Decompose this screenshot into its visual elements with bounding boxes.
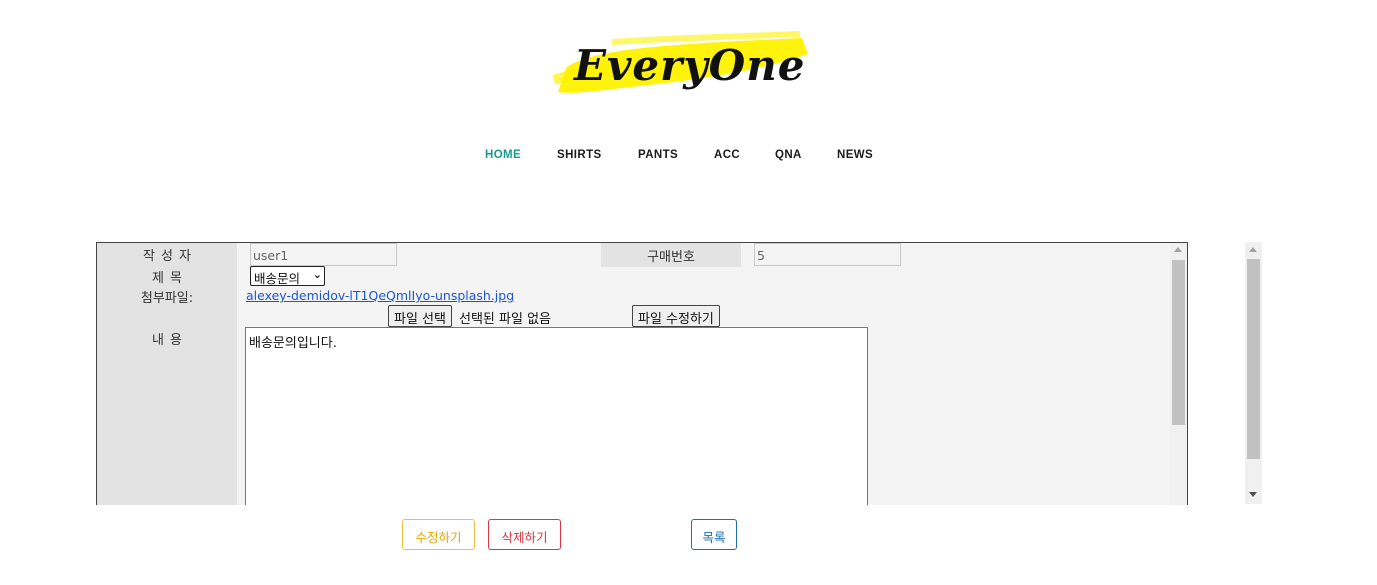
everyone-logo[interactable]: EveryOne	[552, 30, 812, 100]
content-textarea[interactable]: 배송문의입니다.	[245, 327, 868, 505]
nav-acc[interactable]: ACC	[714, 149, 740, 161]
order-number-field[interactable]: 5	[754, 243, 901, 266]
title-select[interactable]: 배송문의 ⌄	[250, 266, 325, 286]
nav-pants[interactable]: PANTS	[638, 149, 678, 161]
edit-button[interactable]: 수정하기	[402, 519, 475, 550]
writer-label: 작성자	[143, 249, 197, 264]
nav-qna[interactable]: QNA	[775, 149, 802, 161]
delete-button[interactable]: 삭제하기	[488, 519, 561, 550]
title-label: 제목	[152, 271, 188, 286]
attachment-file-link[interactable]: alexey-demidov-lT1QeQmlIyo-unsplash.jpg	[246, 288, 514, 303]
nav-shirts[interactable]: SHIRTS	[557, 149, 602, 161]
no-file-selected-text: 선택된 파일 없음	[459, 312, 551, 327]
nav-news[interactable]: NEWS	[837, 149, 873, 161]
scrollbar-thumb[interactable]	[1172, 260, 1185, 425]
edit-file-button[interactable]: 파일 수정하기	[632, 305, 720, 327]
writer-field[interactable]: user1	[250, 243, 397, 266]
content-label: 내용	[152, 333, 188, 348]
choose-file-button[interactable]: 파일 선택	[388, 305, 452, 327]
title-selected-value: 배송문의	[254, 271, 301, 286]
nav-home[interactable]: HOME	[485, 149, 521, 161]
logo-text: EveryOne	[573, 41, 806, 90]
qna-edit-form: 작성자 user1 구매번호 5 제목 배송문의 ⌄ 첨부파일: alexey-…	[96, 242, 1188, 505]
form-scrollbar[interactable]	[1170, 243, 1187, 505]
chevron-down-icon: ⌄	[312, 268, 322, 281]
scrollbar-thumb[interactable]	[1247, 259, 1260, 459]
scroll-up-icon[interactable]	[1249, 247, 1257, 252]
main-nav: HOME SHIRTS PANTS ACC QNA NEWS	[0, 149, 1377, 167]
attachment-label: 첨부파일:	[140, 291, 194, 306]
page-scrollbar[interactable]	[1245, 242, 1262, 504]
list-button[interactable]: 목록	[691, 519, 737, 550]
order-number-label: 구매번호	[601, 243, 741, 267]
scroll-up-icon[interactable]	[1174, 247, 1182, 252]
scroll-down-icon[interactable]	[1249, 492, 1257, 497]
